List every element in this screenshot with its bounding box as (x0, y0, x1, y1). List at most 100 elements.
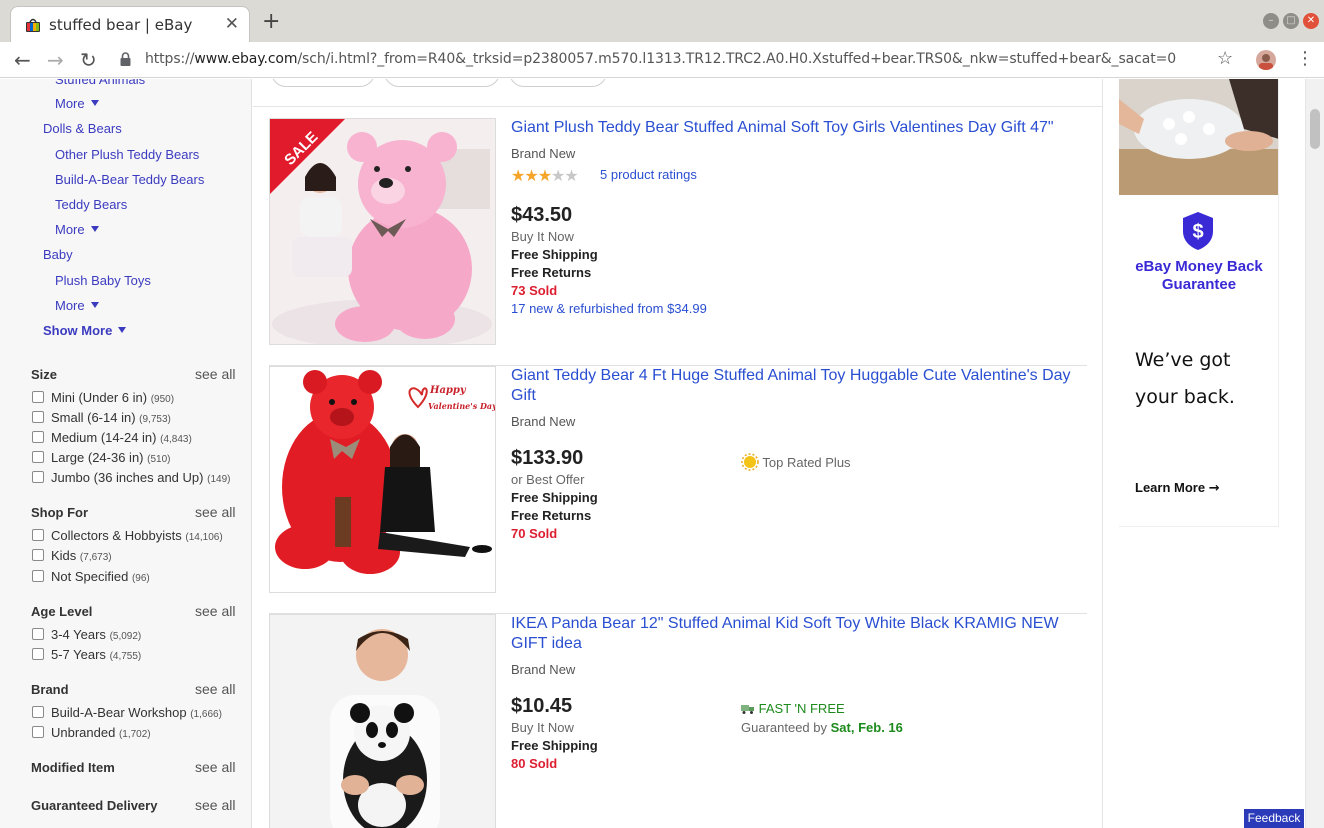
facet-option-label: Jumbo (36 inches and Up) (51, 470, 204, 485)
learn-more-link[interactable]: Learn More → (1135, 480, 1220, 496)
category-plush-baby-toys-link[interactable]: Plush Baby Toys (55, 273, 151, 288)
see-all-shop-for-link[interactable]: see all (195, 504, 235, 520)
learn-more-label: Learn More (1135, 480, 1206, 495)
checkbox[interactable] (32, 726, 44, 738)
facet-option[interactable]: Unbranded (1,702) (32, 725, 151, 740)
top-rated-medal-icon (741, 453, 759, 471)
refine-sidebar: Stuffed Animals More Dolls & Bears Other… (0, 79, 252, 828)
filter-pill[interactable] (271, 79, 375, 87)
see-all-age-level-link[interactable]: see all (195, 603, 235, 619)
facet-option-count: (149) (207, 474, 231, 485)
checkbox[interactable] (32, 391, 44, 403)
facet-option-label: Medium (14-24 in) (51, 430, 157, 445)
star-filled-icon: ★ (511, 168, 525, 185)
facet-option-label: Collectors & Hobbyists (51, 528, 182, 543)
filter-pill[interactable] (384, 79, 500, 87)
money-back-guarantee-ad[interactable]: $ eBay Money Back Guarantee We’ve got yo… (1119, 79, 1279, 527)
item-sold: 73 Sold (511, 283, 558, 298)
item-thumbnail[interactable]: Happy Valentine's Day (269, 366, 496, 593)
window-close-icon[interactable]: ✕ (1303, 13, 1319, 29)
more-link[interactable]: More (55, 96, 99, 111)
facet-option-label: Not Specified (51, 569, 129, 584)
see-all-brand-link[interactable]: see all (195, 681, 235, 697)
checkbox[interactable] (32, 648, 44, 660)
more-link[interactable]: More (55, 298, 99, 313)
facet-option-count: (4,843) (160, 434, 192, 445)
show-more-link[interactable]: Show More (43, 323, 127, 338)
category-other-plush-link[interactable]: Other Plush Teddy Bears (55, 147, 199, 162)
checkbox[interactable] (32, 706, 44, 718)
facet-title-guaranteed-delivery[interactable]: Guaranteed Delivery (31, 798, 157, 813)
guaranteed-date: Sat, Feb. 16 (830, 720, 903, 735)
facet-option[interactable]: Mini (Under 6 in) (950) (32, 390, 174, 405)
feedback-button[interactable]: Feedback (1244, 809, 1304, 828)
see-all-modified-item-link[interactable]: see all (195, 759, 235, 775)
facet-option[interactable]: Not Specified (96) (32, 569, 150, 584)
bookmark-star-icon[interactable]: ☆ (1217, 48, 1233, 69)
item-format: Buy It Now (511, 720, 574, 735)
facet-title-brand: Brand (31, 682, 69, 697)
facet-option-count: (510) (147, 454, 171, 465)
facet-option[interactable]: Medium (14-24 in) (4,843) (32, 430, 192, 445)
checkbox[interactable] (32, 451, 44, 463)
category-stuffed-animals-link[interactable]: Stuffed Animals (55, 79, 145, 87)
facet-option[interactable]: Large (24-36 in) (510) (32, 450, 170, 465)
page-scrollbar[interactable] (1305, 79, 1324, 828)
facet-option-label: Build-A-Bear Workshop (51, 705, 187, 720)
browser-menu-icon[interactable]: ⋮ (1296, 48, 1314, 69)
category-build-a-bear-link[interactable]: Build-A-Bear Teddy Bears (55, 172, 204, 187)
facet-title-modified-item[interactable]: Modified Item (31, 760, 115, 775)
category-dolls-bears-link[interactable]: Dolls & Bears (43, 121, 122, 136)
checkbox[interactable] (32, 431, 44, 443)
more-link[interactable]: More (55, 222, 99, 237)
category-baby-link[interactable]: Baby (43, 247, 73, 262)
facet-option[interactable]: Build-A-Bear Workshop (1,666) (32, 705, 222, 720)
tab-close-icon[interactable]: ✕ (225, 14, 239, 34)
checkbox[interactable] (32, 628, 44, 640)
checkbox[interactable] (32, 471, 44, 483)
facet-option[interactable]: 3-4 Years (5,092) (32, 627, 141, 642)
chevron-down-icon (90, 100, 99, 106)
address-bar[interactable]: https://www.ebay.com/sch/i.html?_from=R4… (145, 51, 1176, 67)
facet-option[interactable]: Jumbo (36 inches and Up) (149) (32, 470, 230, 485)
result-item: IKEA Panda Bear 12" Stuffed Animal Kid S… (269, 614, 1087, 828)
facet-option[interactable]: Collectors & Hobbyists (14,106) (32, 528, 223, 543)
guaranteed-delivery-note: Guaranteed by Sat, Feb. 16 (741, 720, 903, 735)
back-arrow-icon[interactable]: ← (14, 48, 31, 72)
ad-body-line: We’ve got (1135, 349, 1231, 371)
panda-bear-image (270, 615, 495, 828)
facet-option-count: (1,666) (190, 709, 222, 720)
profile-avatar[interactable] (1256, 50, 1276, 70)
item-title-link[interactable]: Giant Plush Teddy Bear Stuffed Animal So… (511, 118, 1076, 138)
item-thumbnail[interactable]: SALE (269, 118, 496, 345)
facet-option[interactable]: 5-7 Years (4,755) (32, 647, 141, 662)
category-teddy-bears-link[interactable]: Teddy Bears (55, 197, 127, 212)
item-title-link[interactable]: Giant Teddy Bear 4 Ft Huge Stuffed Anima… (511, 366, 1076, 406)
checkbox[interactable] (32, 570, 44, 582)
facet-option[interactable]: Small (6-14 in) (9,753) (32, 410, 171, 425)
ad-headline: eBay Money Back Guarantee (1135, 258, 1263, 293)
item-title-link[interactable]: IKEA Panda Bear 12" Stuffed Animal Kid S… (511, 614, 1076, 654)
item-returns: Free Returns (511, 508, 592, 523)
browser-tab[interactable]: stuffed bear | eBay ✕ (10, 6, 250, 42)
see-all-guaranteed-delivery-link[interactable]: see all (195, 797, 235, 813)
refurbished-link[interactable]: 17 new & refurbished from $34.99 (511, 301, 707, 316)
ratings-link[interactable]: 5 product ratings (600, 167, 697, 182)
item-thumbnail[interactable] (269, 614, 496, 828)
checkbox[interactable] (32, 411, 44, 423)
checkbox[interactable] (32, 549, 44, 561)
minimize-icon[interactable]: – (1263, 13, 1279, 29)
forward-arrow-icon[interactable]: → (47, 48, 64, 72)
reload-icon[interactable]: ↻ (80, 48, 97, 72)
browser-toolbar: ← → ↻ https://www.ebay.com/sch/i.html?_f… (0, 42, 1324, 78)
rating-stars[interactable]: ★★★★★ (511, 166, 579, 186)
facet-option-label: 5-7 Years (51, 647, 106, 662)
maximize-icon[interactable]: □ (1283, 13, 1299, 29)
see-all-size-link[interactable]: see all (195, 366, 235, 382)
new-tab-icon[interactable]: + (262, 10, 280, 34)
facet-option[interactable]: Kids (7,673) (32, 548, 112, 563)
scrollbar-thumb[interactable] (1310, 109, 1320, 149)
checkbox[interactable] (32, 529, 44, 541)
filter-pill[interactable] (509, 79, 607, 87)
ad-photo (1119, 79, 1279, 195)
